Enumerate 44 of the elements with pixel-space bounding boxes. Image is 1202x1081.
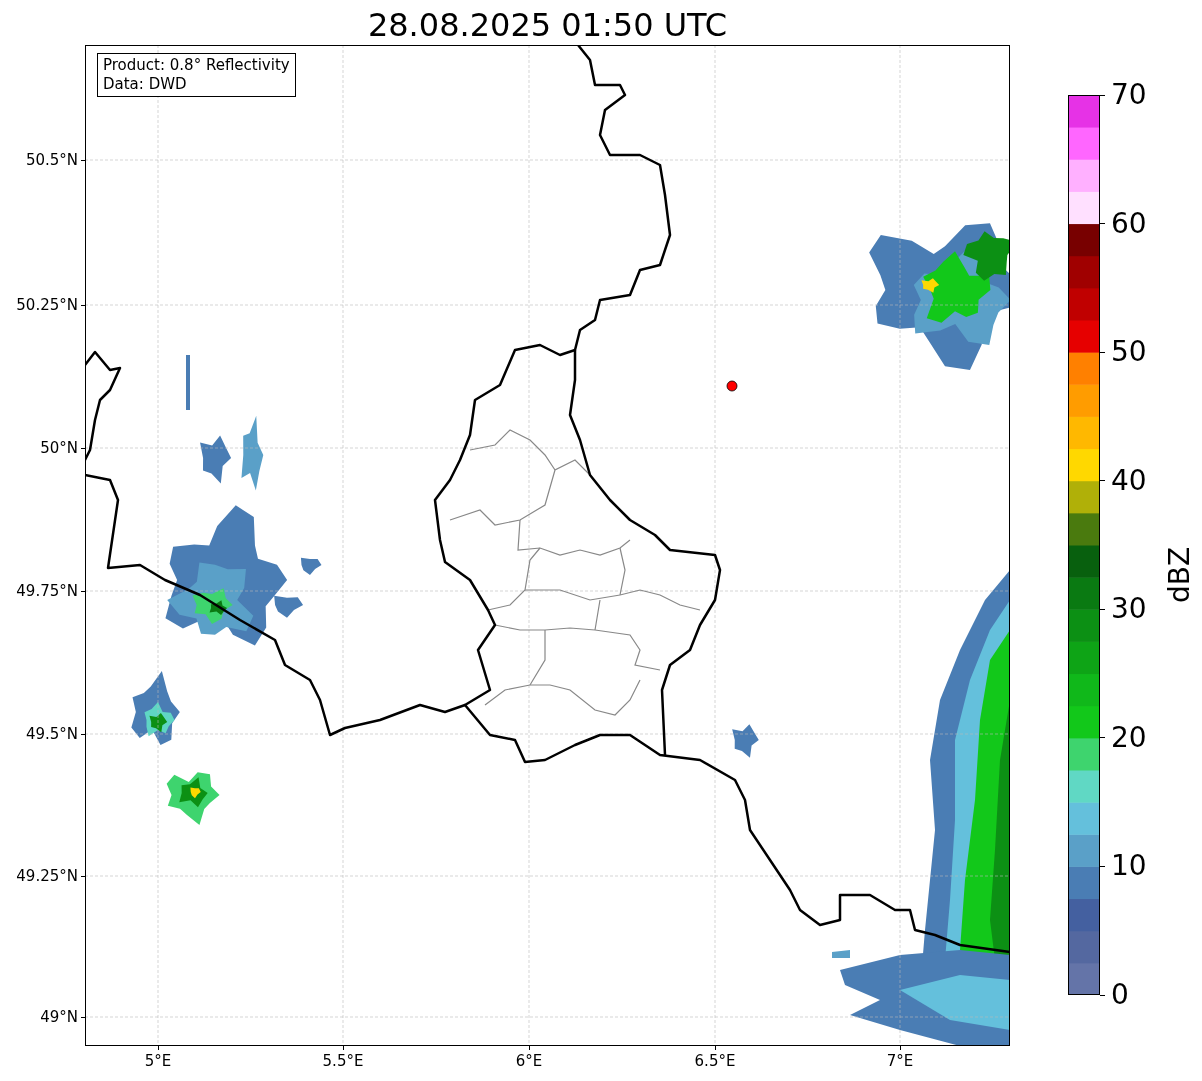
latitude-label: 49°N [40,1007,78,1027]
tick-mark [342,1046,344,1050]
plot-title: 28.08.2025 01:50 UTC [366,5,729,46]
tick-mark [81,304,85,306]
colorbar-label: 20 [1111,721,1147,754]
latitude-label: 50.5°N [25,150,78,170]
longitude-label: 5.5°E [322,1051,364,1072]
tick-mark [714,1046,716,1050]
tick-mark [81,733,85,735]
tick-mark [81,447,85,449]
tick-mark [81,159,85,161]
colorbar-label: 10 [1111,850,1147,883]
latitude-label: 49.75°N [16,581,78,601]
colorbar-label: 30 [1111,593,1147,626]
latitude-label: 49.5°N [25,724,78,744]
tick-mark [528,1046,530,1050]
colorbar-label: 0 [1111,979,1129,1011]
tick-mark [81,875,85,877]
longitude-label: 6.5°E [694,1051,736,1072]
tick-mark [1100,94,1105,96]
colorbar-label: 70 [1111,79,1147,111]
tick-mark [1100,480,1105,482]
latitude-label: 50°N [40,438,78,458]
colorbar-title: dBZ [1164,546,1196,604]
tick-mark [81,1016,85,1018]
colorbar-label: 40 [1111,464,1147,497]
longitude-label: 7°E [886,1051,914,1072]
tick-mark [1100,737,1105,739]
latitude-label: 50.25°N [16,295,78,315]
tick-mark [1100,351,1105,353]
colorbar-label: 50 [1111,336,1147,369]
info-text: Product: 0.8° Reflectivity [103,56,290,75]
tick-mark [81,590,85,592]
tick-mark [1100,608,1105,610]
tick-mark [1100,994,1105,996]
latitude-label: 49.25°N [16,866,78,886]
info-text: Data: DWD [103,75,188,94]
tick-mark [899,1046,901,1050]
longitude-label: 6°E [515,1051,543,1072]
colorbar-label: 60 [1111,207,1147,240]
tick-mark [157,1046,159,1050]
tick-mark [1100,223,1105,225]
tick-mark [1100,865,1105,867]
longitude-label: 5°E [144,1051,172,1072]
